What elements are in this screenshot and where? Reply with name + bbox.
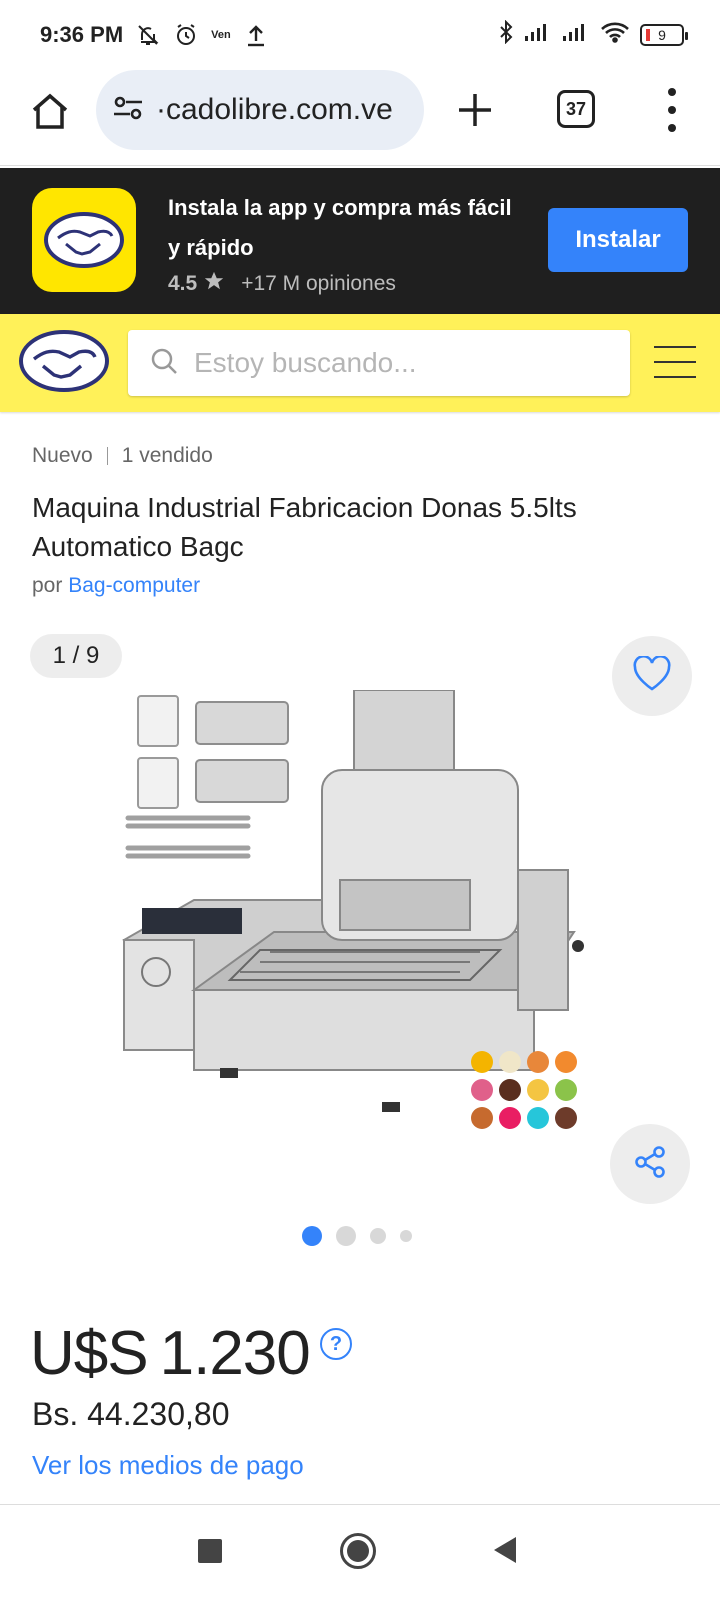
status-bar: 9:36 PM Ven 9 [0, 0, 720, 70]
app-install-banner: Instala la app y compra más fácil y rápi… [0, 168, 720, 314]
browser-toolbar: ·cadolibre.com.ve 37 [0, 70, 720, 166]
gallery-dot[interactable] [336, 1226, 356, 1246]
share-icon [632, 1144, 668, 1185]
upload-icon [243, 22, 269, 48]
search-icon [150, 347, 178, 380]
back-icon[interactable] [494, 1537, 516, 1563]
seller-line: por Bag-computer [32, 574, 200, 598]
battery-icon: 9 [640, 24, 688, 46]
signal-icon [524, 22, 552, 48]
search-input[interactable] [194, 347, 614, 379]
app-rating: 4.5 +17 M opiniones [168, 270, 396, 298]
gallery-dot[interactable] [400, 1230, 412, 1242]
seller-link[interactable]: Bag-computer [68, 574, 200, 597]
battery-level: 9 [658, 27, 666, 43]
wifi-icon [600, 21, 630, 49]
help-icon[interactable]: ? [320, 1328, 352, 1360]
status-time: 9:36 PM [40, 22, 124, 47]
site-settings-icon[interactable] [112, 94, 144, 127]
app-banner-text: Instala la app y compra más fácil y rápi… [168, 195, 512, 260]
tab-count: 37 [565, 98, 587, 119]
star-icon [203, 270, 225, 298]
favorite-button[interactable] [612, 636, 692, 716]
system-nav-bar [0, 1504, 720, 1600]
app-reviews: +17 M opiniones [241, 272, 396, 295]
home-icon[interactable] [28, 90, 72, 134]
site-header [0, 314, 720, 412]
new-tab-icon[interactable] [455, 90, 495, 130]
alarm-icon [173, 22, 199, 48]
heart-icon [632, 654, 672, 697]
url-text: ·cadolibre.com.ve [156, 93, 393, 126]
app-logo [32, 188, 136, 292]
bell-off-icon [135, 22, 161, 48]
install-button[interactable]: Instalar [548, 208, 688, 272]
tab-switcher-button[interactable]: 37 [557, 90, 595, 128]
home-nav-icon[interactable] [340, 1533, 376, 1569]
carrier-label: Ven [211, 29, 231, 41]
gallery-pagination [302, 1226, 412, 1246]
gallery-dot-active[interactable] [302, 1226, 322, 1246]
more-menu-icon[interactable] [660, 88, 684, 132]
sold-count: 1 vendido [121, 444, 213, 467]
price-currency: U$S [30, 1319, 149, 1388]
price-amount: 1.230 [159, 1319, 311, 1388]
condition-label: Nuevo [32, 444, 93, 467]
product-title: Maquina Industrial Fabricacion Donas 5.5… [32, 492, 577, 562]
gallery-dot[interactable] [370, 1228, 386, 1244]
app-rating-value: 4.5 [168, 272, 198, 295]
signal-icon [562, 22, 590, 48]
product-image[interactable] [120, 689, 600, 1160]
price-main: U$S 1.230 [30, 1318, 311, 1389]
share-button[interactable] [610, 1124, 690, 1204]
address-bar[interactable]: ·cadolibre.com.ve [96, 70, 424, 150]
search-box[interactable] [128, 330, 630, 396]
hamburger-menu-icon[interactable] [654, 346, 696, 378]
product-condition: Nuevo 1 vendido [32, 444, 213, 468]
gallery-counter: 1 / 9 [30, 634, 122, 678]
price-secondary: Bs. 44.230,80 [32, 1396, 230, 1432]
bluetooth-icon [498, 19, 514, 50]
mercadolibre-logo[interactable] [18, 328, 110, 394]
recents-icon[interactable] [198, 1539, 222, 1563]
seller-prefix: por [32, 574, 63, 597]
payment-methods-link[interactable]: Ver los medios de pago [32, 1450, 304, 1481]
